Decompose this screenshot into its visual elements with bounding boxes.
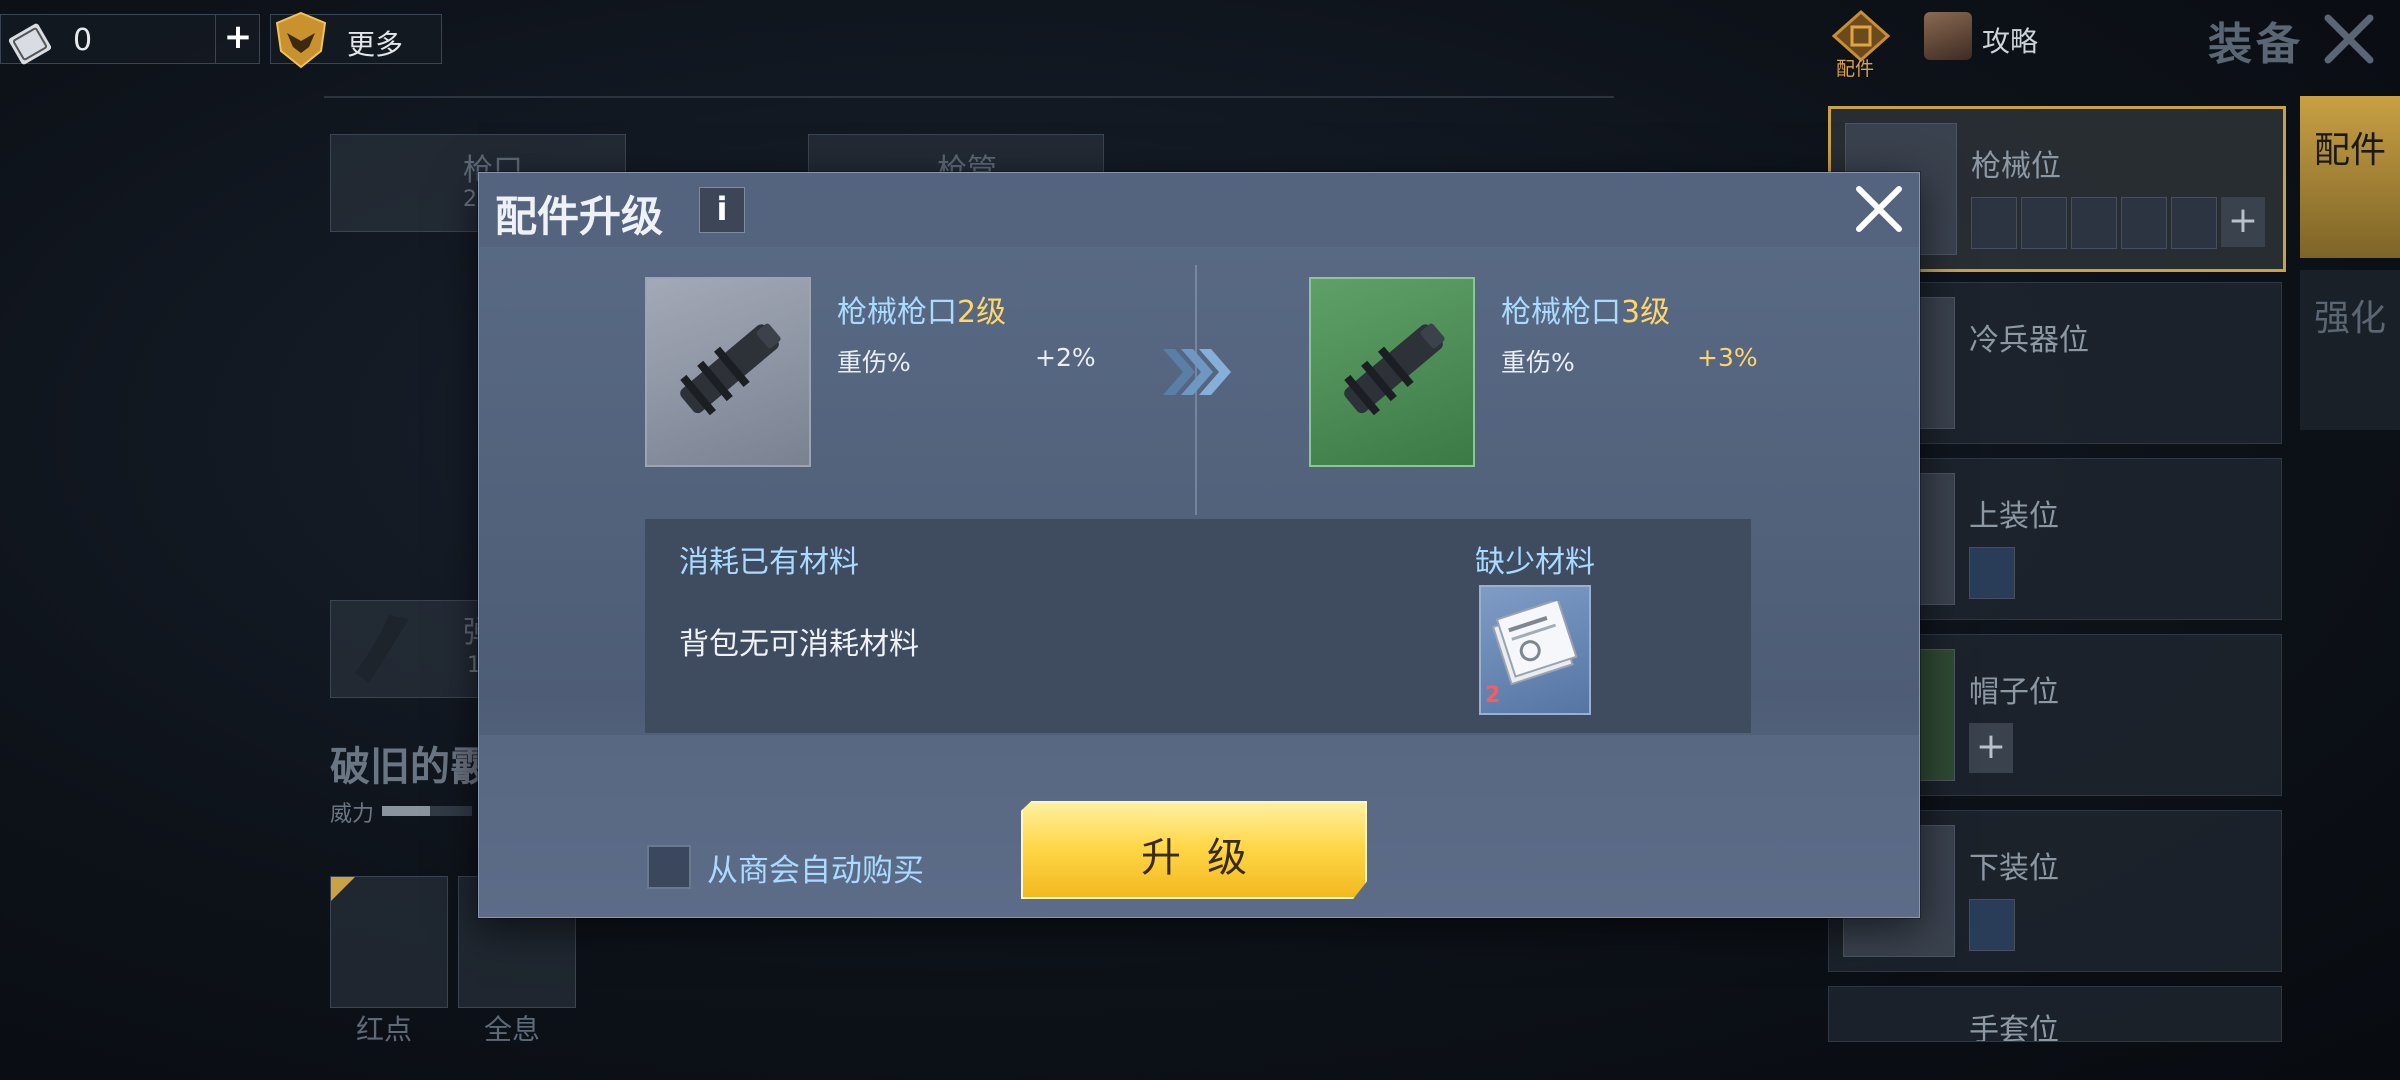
missing-materials-title: 缺少材料: [1475, 545, 1595, 580]
sight-holo-label: 全息: [484, 1013, 541, 1046]
page-title: 装备: [2208, 19, 2304, 70]
slot-bottom-label: 下装位: [1969, 851, 2059, 886]
materials-panel: 消耗已有材料 背包无可消耗材料 缺少材料 2: [645, 519, 1751, 733]
slot-gun-label: 枪械位: [1971, 149, 2061, 184]
slot-gloves[interactable]: 手套位: [1828, 986, 2282, 1042]
dialog-header: [479, 173, 1919, 247]
upgrade-button[interactable]: 升级: [1021, 801, 1367, 899]
guide-label: 攻略: [1982, 25, 2039, 58]
next-stat-value: +3%: [1697, 343, 1758, 372]
guide-button[interactable]: 攻略: [1924, 12, 2048, 60]
gun-mini-4[interactable]: [2121, 197, 2167, 249]
next-stat-name: 重伤%: [1501, 348, 1575, 377]
muzzle-icon: [1344, 323, 1445, 416]
magazine-icon: [355, 615, 409, 683]
current-stat-name: 重伤%: [837, 348, 911, 377]
top-mini-1[interactable]: [1969, 547, 2015, 599]
sight-red-dot[interactable]: [330, 876, 448, 1008]
muzzle-slot-level: 2: [463, 187, 477, 212]
current-item-name-text: 枪械枪口: [837, 295, 957, 330]
slot-top-label: 上装位: [1969, 499, 2059, 534]
gun-mini-2[interactable]: [2021, 197, 2067, 249]
power-bar-fill: [382, 806, 430, 816]
slot-gloves-label: 手套位: [1969, 1013, 2059, 1042]
bottom-mini-1[interactable]: [1969, 899, 2015, 951]
next-item-name: 枪械枪口3级: [1501, 287, 1670, 331]
next-item-level: 3级: [1621, 295, 1671, 330]
sight-red-dot-label: 红点: [356, 1013, 413, 1046]
chevron-right-icon: [1163, 349, 1231, 395]
upgrade-button-label: 升级: [1141, 835, 1273, 881]
eagle-badge-icon: [275, 11, 327, 69]
missing-material-item[interactable]: 2: [1479, 585, 1591, 715]
owned-materials-title: 消耗已有材料: [679, 545, 859, 580]
current-item-card: [645, 277, 811, 467]
auto-buy-checkbox[interactable]: [647, 845, 691, 889]
next-item-name-text: 枪械枪口: [1501, 295, 1621, 330]
accessory-badge-label: 配件: [1836, 58, 1875, 80]
slot-melee-label: 冷兵器位: [1969, 323, 2089, 358]
currency-value: 0: [73, 23, 93, 58]
more-label: 更多: [347, 28, 404, 61]
magazine-slot[interactable]: 弹 1: [330, 600, 493, 698]
muzzle-icon: [680, 323, 781, 416]
add-gun-button[interactable]: +: [2221, 197, 2265, 247]
blueprint-icon: [1491, 601, 1578, 686]
tab-enhance-label: 强化: [2313, 298, 2386, 339]
dialog-title: 配件升级: [495, 192, 664, 241]
info-button[interactable]: i: [699, 187, 745, 233]
ticket-icon: [8, 23, 52, 65]
current-item-level: 2级: [957, 295, 1007, 330]
currency-bar: 0 +: [0, 14, 260, 65]
next-item-card: [1309, 277, 1475, 467]
close-icon[interactable]: [2322, 12, 2376, 66]
current-stat-value: +2%: [1035, 343, 1096, 372]
tab-accessory-label: 配件: [2313, 130, 2386, 171]
tab-enhance[interactable]: 强化: [2300, 270, 2400, 430]
more-button[interactable]: 更多: [270, 11, 442, 69]
gun-mini-3[interactable]: [2071, 197, 2117, 249]
add-hat-button[interactable]: +: [1969, 723, 2013, 773]
close-icon[interactable]: [1853, 183, 1905, 235]
gun-mini-5[interactable]: [2171, 197, 2217, 249]
tab-accessory[interactable]: 配件: [2300, 96, 2400, 258]
current-item-name: 枪械枪口2级: [837, 287, 1006, 331]
slot-hat-label: 帽子位: [1969, 675, 2059, 710]
divider: [324, 96, 1614, 98]
power-label: 威力: [330, 802, 375, 827]
avatar: [1924, 12, 1972, 60]
auto-buy-label[interactable]: 从商会自动购买: [707, 845, 924, 890]
check-icon: [331, 877, 355, 901]
upgrade-dialog: 配件升级 i 枪械枪口2级 重伤% +2% 枪械枪口3级 重伤% +3% 消耗已…: [478, 172, 1920, 918]
missing-material-count: 2: [1485, 683, 1501, 708]
gun-mini-1[interactable]: [1971, 197, 2017, 249]
owned-materials-empty: 背包无可消耗材料: [679, 627, 919, 662]
add-currency-button[interactable]: +: [215, 15, 260, 63]
